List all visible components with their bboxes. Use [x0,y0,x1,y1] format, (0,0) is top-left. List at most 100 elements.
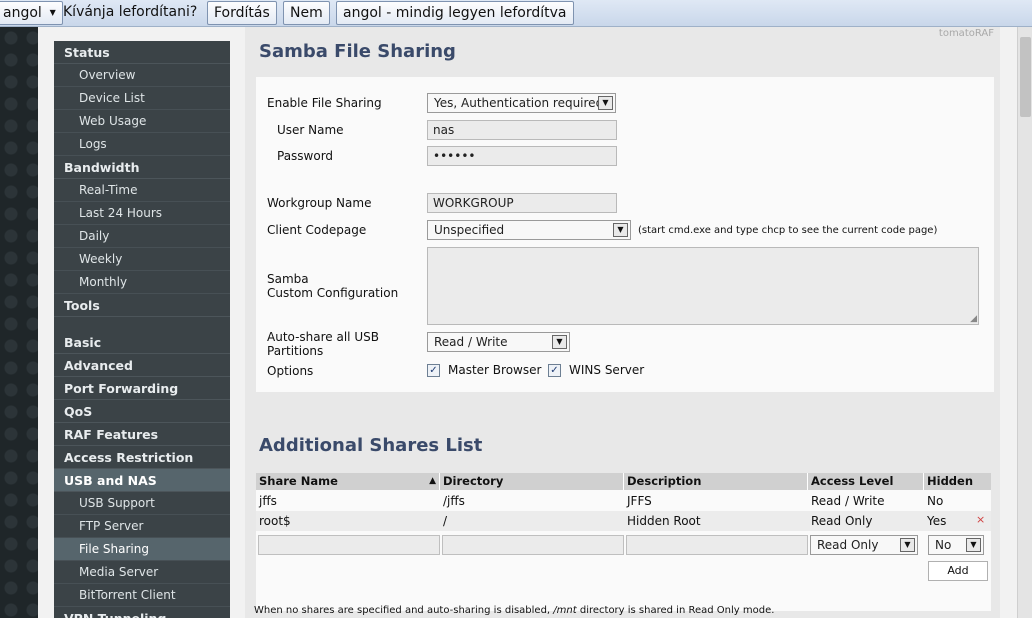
col-description[interactable]: Description [624,473,808,490]
table-row[interactable]: root$ / Hidden Root Read Only Yes × [256,511,991,531]
brand-label: tomatoRAF [938,28,994,39]
sidebar-item-logs[interactable]: Logs [54,133,230,156]
new-hidden-value: No [935,538,952,552]
sidebar-item-last-24-hours[interactable]: Last 24 Hours [54,202,230,225]
codepage-value: Unspecified [434,223,505,237]
cell-directory: /jffs [443,494,465,508]
password-input[interactable]: •••••• [427,146,617,166]
sidebar-item-vpn-tunneling[interactable]: VPN Tunneling [54,607,230,618]
sidebar-item-real-time[interactable]: Real-Time [54,179,230,202]
samba-panel: Enable File Sharing Yes, Authentication … [256,77,994,392]
chevron-down-icon: ▼ [900,538,915,552]
table-row[interactable]: jffs /jffs JFFS Read / Write No [256,491,991,511]
col-access-level[interactable]: Access Level [808,473,924,490]
chevron-down-icon: ▼ [552,335,567,349]
sidebar: Status Overview Device List Web Usage Logs Ba… [54,41,230,618]
enable-sharing-label: Enable File Sharing [267,96,382,110]
sidebar-item-ftp-server[interactable]: FTP Server [54,515,230,538]
sidebar-item-weekly[interactable]: Weekly [54,248,230,271]
enable-sharing-select[interactable]: Yes, Authentication required ▼ [427,93,616,113]
always-translate-button[interactable]: angol - mindig legyen lefordítva [336,1,574,25]
custom-config-label-1: Samba [267,272,309,286]
custom-config-label-2: Custom Configuration [267,286,399,300]
new-access-select[interactable]: Read Only ▼ [810,535,918,555]
add-share-button[interactable]: Add [928,561,988,581]
new-access-value: Read Only [817,538,879,552]
language-label: angol [3,5,42,21]
vertical-scrollbar[interactable] [1017,27,1032,618]
scrollbar-thumb[interactable] [1020,37,1031,117]
sidebar-item-raf-features[interactable]: RAF Features [54,423,230,446]
main-content: tomatoRAF Samba File Sharing Enable File… [245,27,1000,618]
codepage-select[interactable]: Unspecified ▼ [427,220,631,240]
autoshare-label-2: Partitions [267,344,324,358]
cell-hidden: No [927,494,944,508]
cell-access-level: Read Only [811,514,873,528]
password-label: Password [277,149,334,163]
sidebar-item-status[interactable]: Status [54,41,230,64]
note-text-2: directory is shared in Read Only mode. [576,605,775,616]
options-label: Options [267,364,314,378]
sidebar-item-file-sharing[interactable]: File Sharing [54,538,230,561]
translate-button[interactable]: Fordítás [207,1,277,25]
chevron-down-icon: ▼ [613,223,628,237]
new-share-name-input[interactable] [258,535,440,555]
cell-share-name: root$ [259,514,291,528]
note-mnt-path: /mnt [553,605,577,616]
cell-directory: / [443,514,448,528]
cell-access-level: Read / Write [811,494,885,508]
new-description-input[interactable] [626,535,808,555]
sidebar-item-bandwidth[interactable]: Bandwidth [54,156,230,179]
master-browser-checkbox[interactable]: ✓ [427,364,440,377]
sort-asc-icon: ▲ [429,476,436,486]
sidebar-item-media-server[interactable]: Media Server [54,561,230,584]
sidebar-item-port-forwarding[interactable]: Port Forwarding [54,377,230,400]
sidebar-item-bittorrent-client[interactable]: BitTorrent Client [54,584,230,607]
col-share-name[interactable]: Share Name ▲ [256,473,440,490]
user-name-input[interactable]: nas [427,120,617,140]
sidebar-item-overview[interactable]: Overview [54,64,230,87]
custom-config-textarea[interactable]: ◢ [427,247,979,325]
sidebar-item-web-usage[interactable]: Web Usage [54,110,230,133]
wins-server-checkbox[interactable]: ✓ [548,364,561,377]
shares-note: When no shares are specified and auto-sh… [254,605,774,616]
cell-description: Hidden Root [627,514,701,528]
sidebar-item-usb-and-nas[interactable]: USB and NAS [54,469,230,492]
sidebar-item-usb-support[interactable]: USB Support [54,492,230,515]
sidebar-item-daily[interactable]: Daily [54,225,230,248]
master-browser-label: Master Browser [448,363,542,377]
col-directory[interactable]: Directory [440,473,624,490]
sidebar-item-monthly[interactable]: Monthly [54,271,230,294]
codepage-hint: (start cmd.exe and type chcp to see the … [638,225,938,236]
cell-share-name: jffs [259,494,277,508]
no-button[interactable]: Nem [283,1,330,25]
sidebar-item-tools[interactable]: Tools [54,294,230,317]
translate-question: Kívánja lefordítani? [63,4,198,20]
cell-hidden: Yes [927,514,947,528]
enable-sharing-value: Yes, Authentication required [434,96,604,110]
note-text-1: When no shares are specified and auto-sh… [254,605,554,616]
delete-row-icon[interactable]: × [976,513,985,526]
resize-grip-icon: ◢ [970,314,977,324]
sidebar-item-device-list[interactable]: Device List [54,87,230,110]
sidebar-item-qos[interactable]: QoS [54,400,230,423]
chevron-down-icon: ▼ [598,96,613,110]
language-dropdown[interactable]: angol ▼ [0,1,63,25]
user-name-label: User Name [277,123,344,137]
autoshare-select[interactable]: Read / Write ▼ [427,332,570,352]
shares-table: Share Name ▲ Directory Description Acces… [256,473,991,611]
col-hidden[interactable]: Hidden [924,473,991,490]
new-directory-input[interactable] [442,535,624,555]
sidebar-item-access-restriction[interactable]: Access Restriction [54,446,230,469]
autoshare-label-1: Auto-share all USB [267,330,379,344]
samba-section-title: Samba File Sharing [259,41,456,62]
shares-section-title: Additional Shares List [259,435,483,456]
col-share-name-label: Share Name [259,474,338,488]
codepage-label: Client Codepage [267,223,367,237]
sidebar-item-advanced[interactable]: Advanced [54,354,230,377]
sidebar-item-basic[interactable]: Basic [54,331,230,354]
wins-server-label: WINS Server [569,363,645,377]
new-hidden-select[interactable]: No ▼ [928,535,984,555]
workgroup-input[interactable]: WORKGROUP [427,193,617,213]
